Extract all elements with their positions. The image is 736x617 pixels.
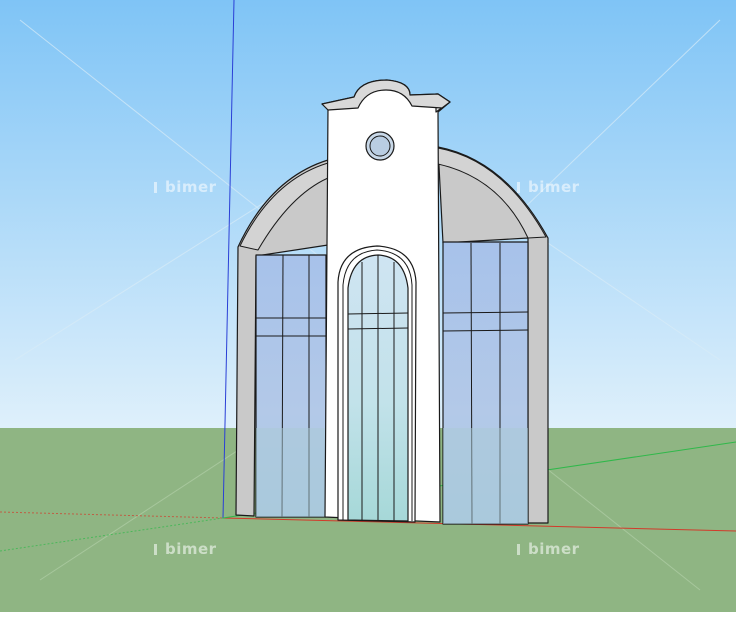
scene-canvas[interactable] bbox=[0, 0, 736, 612]
modeling-viewport[interactable]: bimer bimer bimer bimer bbox=[0, 0, 736, 612]
